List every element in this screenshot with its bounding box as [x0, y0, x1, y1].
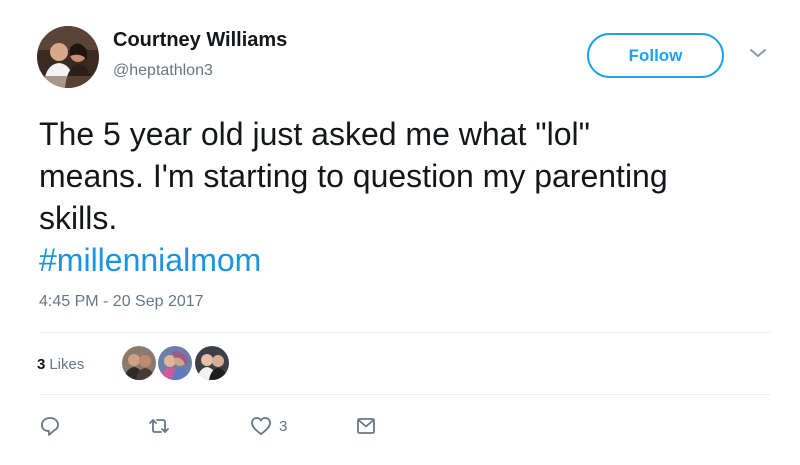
author-name[interactable]: Courtney Williams — [113, 29, 287, 52]
likes-number: 3 — [37, 356, 46, 373]
tweet-timestamp[interactable]: 4:45 PM - 20 Sep 2017 — [39, 293, 204, 311]
hashtag-link[interactable]: #millennialmom — [39, 239, 779, 281]
like-count: 3 — [279, 417, 288, 435]
tweet-text-line: skills. — [39, 200, 118, 236]
reply-button[interactable] — [39, 414, 61, 438]
divider — [39, 394, 770, 395]
liker-avatar[interactable] — [158, 346, 192, 380]
like-button[interactable]: 3 — [249, 414, 287, 438]
heart-icon — [249, 415, 273, 437]
author-avatar[interactable] — [37, 26, 99, 88]
tweet-text-line: means. I'm starting to question my paren… — [39, 158, 668, 194]
liker-avatar[interactable] — [195, 346, 229, 380]
retweet-button[interactable] — [147, 414, 171, 438]
chevron-down-icon[interactable] — [748, 46, 768, 60]
author-handle[interactable]: @heptathlon3 — [113, 62, 213, 80]
retweet-icon — [147, 415, 171, 437]
liker-avatar[interactable] — [122, 346, 156, 380]
tweet-text: The 5 year old just asked me what "lol" … — [39, 113, 779, 281]
reply-icon — [39, 415, 61, 437]
direct-message-button[interactable] — [355, 414, 377, 438]
likes-label: Likes — [49, 356, 85, 373]
divider — [39, 332, 770, 333]
tweet-card: Courtney Williams @heptathlon3 Follow Th… — [0, 0, 800, 465]
tweet-text-line: The 5 year old just asked me what "lol" — [39, 116, 590, 152]
likes-count[interactable]: 3 Likes — [37, 356, 84, 373]
envelope-icon — [355, 415, 377, 437]
follow-button[interactable]: Follow — [587, 33, 724, 78]
